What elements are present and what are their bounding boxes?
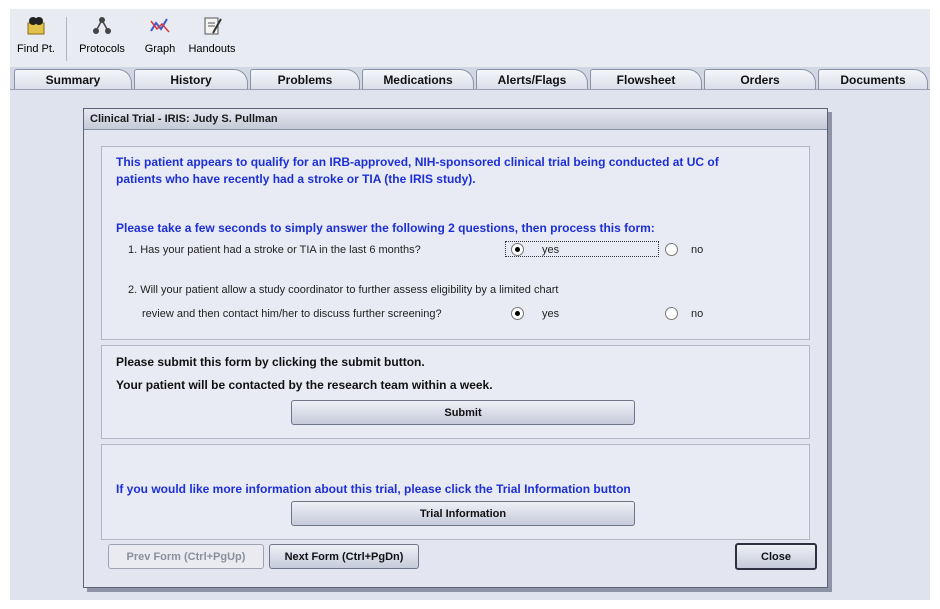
q1-no-label: no bbox=[691, 244, 704, 256]
q2-yes-radio[interactable] bbox=[511, 307, 524, 320]
graph-label: Graph bbox=[144, 43, 176, 55]
question-1-text: 1. Has your patient had a stroke or TIA … bbox=[128, 244, 421, 256]
q2-no-label: no bbox=[691, 308, 704, 320]
trial-info-text: If you would like more information about… bbox=[116, 482, 631, 496]
trial-info-section: If you would like more information about… bbox=[101, 444, 810, 540]
tab-documents[interactable]: Documents bbox=[818, 69, 928, 90]
submit-note-1: Please submit this form by clicking the … bbox=[116, 355, 425, 369]
protocols-icon bbox=[91, 15, 113, 37]
q1-no-radio[interactable] bbox=[665, 243, 678, 256]
toolbar-divider bbox=[66, 17, 67, 61]
protocols-button[interactable]: Protocols bbox=[74, 15, 130, 63]
q2-no-radio[interactable] bbox=[665, 307, 678, 320]
handouts-button[interactable]: Handouts bbox=[186, 15, 238, 63]
next-form-button[interactable]: Next Form (Ctrl+PgDn) bbox=[269, 544, 419, 569]
protocols-label: Protocols bbox=[79, 43, 125, 55]
graph-icon bbox=[149, 15, 171, 37]
questions-section: This patient appears to qualify for an I… bbox=[101, 146, 810, 340]
handouts-icon bbox=[201, 15, 223, 37]
tab-orders[interactable]: Orders bbox=[704, 69, 816, 90]
find-patient-button[interactable]: Find Pt. bbox=[14, 15, 58, 63]
tab-summary[interactable]: Summary bbox=[14, 69, 132, 90]
clinical-trial-dialog: Clinical Trial - IRIS: Judy S. Pullman T… bbox=[83, 108, 828, 588]
q2-yes-label: yes bbox=[542, 308, 560, 320]
tab-bar: Summary History Problems Medications Ale… bbox=[10, 67, 930, 90]
instruction-text: Please take a few seconds to simply answ… bbox=[116, 221, 655, 235]
tab-alerts-flags[interactable]: Alerts/Flags bbox=[476, 69, 588, 90]
submit-note-2: Your patient will be contacted by the re… bbox=[116, 378, 493, 392]
graph-button[interactable]: Graph bbox=[138, 15, 182, 63]
question-2-line-2: review and then contact him/her to discu… bbox=[142, 308, 442, 320]
intro-line-2: patients who have recently had a stroke … bbox=[116, 172, 476, 186]
tab-medications[interactable]: Medications bbox=[362, 69, 474, 90]
question-2-line-1: 2. Will your patient allow a study coord… bbox=[128, 284, 559, 296]
q1-yes-label: yes bbox=[542, 244, 560, 256]
tab-history[interactable]: History bbox=[134, 69, 248, 90]
binoculars-icon bbox=[25, 15, 47, 37]
submit-section: Please submit this form by clicking the … bbox=[101, 345, 810, 439]
close-button[interactable]: Close bbox=[735, 543, 817, 570]
q1-yes-radio[interactable] bbox=[511, 243, 524, 256]
prev-form-button[interactable]: Prev Form (Ctrl+PgUp) bbox=[108, 544, 264, 569]
find-patient-label: Find Pt. bbox=[17, 43, 55, 55]
intro-line-1: This patient appears to qualify for an I… bbox=[116, 155, 719, 169]
tab-flowsheet[interactable]: Flowsheet bbox=[590, 69, 702, 90]
focus-outline bbox=[505, 241, 659, 257]
trial-information-button[interactable]: Trial Information bbox=[291, 501, 635, 526]
handouts-label: Handouts bbox=[188, 43, 236, 55]
tab-problems[interactable]: Problems bbox=[250, 69, 360, 90]
submit-button[interactable]: Submit bbox=[291, 400, 635, 425]
toolbar: Find Pt. Protocols Graph Handouts bbox=[10, 9, 930, 68]
dialog-title: Clinical Trial - IRIS: Judy S. Pullman bbox=[84, 109, 827, 130]
